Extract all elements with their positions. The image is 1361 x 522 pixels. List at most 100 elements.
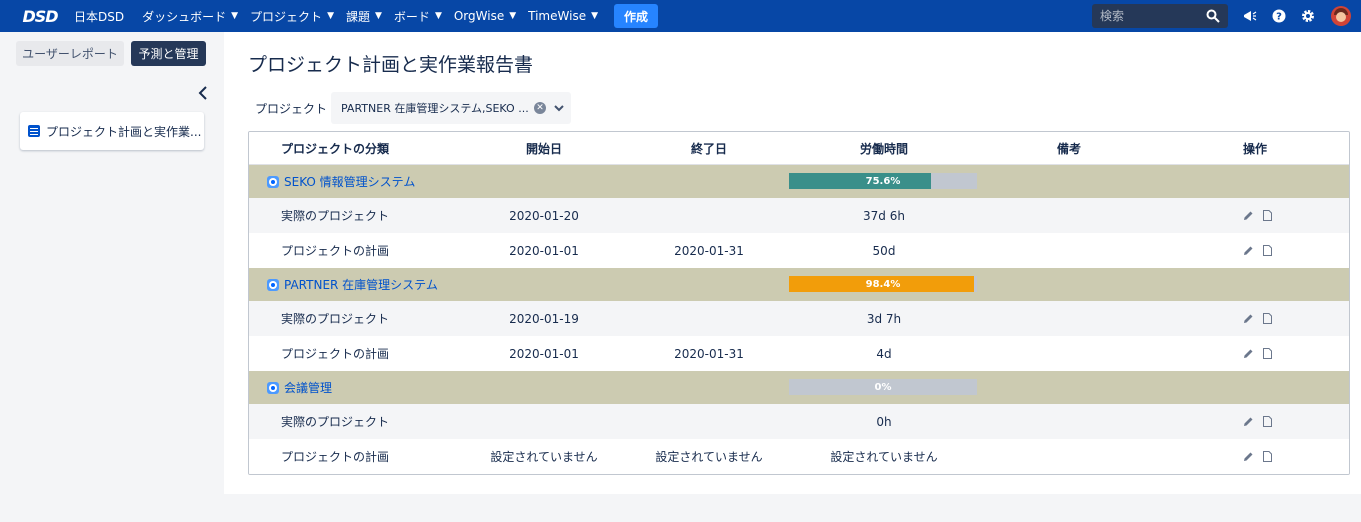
progress-bar: 98.4% (789, 276, 977, 292)
project-link[interactable]: PARTNER 在庫管理システム (249, 268, 449, 301)
nav-timewise-label: TimeWise (528, 9, 587, 23)
project-filter-select[interactable]: PARTNER 在庫管理システム,SEKO ... ✕ (331, 92, 571, 124)
chevron-down-icon[interactable] (553, 101, 565, 115)
nav-issues-menu[interactable]: 課題 ▼ (340, 0, 388, 32)
end-date-cell: 2020-01-31 (674, 346, 744, 361)
dsd-logo[interactable]: DSD (12, 0, 68, 32)
hours-cell: 設定されていません (830, 450, 938, 464)
top-navigation-bar: DSD 日本DSD ダッシュボード ▼ プロジェクト ▼ 課題 ▼ ボード ▼ OrgW… (0, 0, 1361, 32)
progress-bar: 0% (789, 379, 977, 395)
end-date-cell: 2020-01-31 (674, 243, 744, 258)
logo-text: DSD (22, 6, 58, 26)
create-button[interactable]: 作成 (614, 4, 659, 28)
main-content: プロジェクト計画と実作業報告書 プロジェクト PARTNER 在庫管理システム,… (224, 32, 1361, 494)
header-hours: 労働時間 (859, 141, 908, 156)
chevron-down-icon: ▼ (591, 11, 598, 21)
category-cell: 実際のプロジェクト (281, 312, 390, 326)
progress-label: 98.4% (865, 278, 901, 290)
user-avatar[interactable] (1331, 6, 1351, 26)
nav-orgwise-menu[interactable]: OrgWise ▼ (448, 0, 522, 32)
hours-cell: 50d (872, 243, 896, 258)
chevron-down-icon: ▼ (327, 11, 334, 21)
row-actions (1243, 404, 1273, 439)
clear-icon[interactable]: ✕ (534, 102, 546, 114)
table-row: 実際のプロジェクト 2020-01-19 3d 7h (249, 301, 1349, 336)
end-date-cell: 設定されていません (655, 450, 763, 464)
chevron-left-icon[interactable] (196, 85, 210, 101)
category-cell: 実際のプロジェクト (281, 209, 390, 223)
pencil-icon[interactable] (1243, 313, 1254, 324)
sidebar-item-plan-report[interactable]: プロジェクト計画と実作業... (20, 112, 204, 150)
search-input[interactable] (1100, 9, 1200, 23)
progress-bar: 75.6% (789, 173, 977, 189)
row-actions (1243, 233, 1273, 268)
project-group-row: 会議管理 0% (249, 371, 1349, 404)
nav-board-menu[interactable]: ボード ▼ (388, 0, 448, 32)
pencil-icon[interactable] (1243, 210, 1254, 221)
nav-issues-label: 課題 (345, 9, 370, 24)
header-ops: 操作 (1242, 141, 1267, 156)
start-date-cell: 2020-01-19 (509, 311, 579, 326)
project-group-row: SEKO 情報管理システム 75.6% (249, 165, 1349, 198)
project-name: 会議管理 (284, 381, 333, 395)
end-date-cell (619, 301, 799, 336)
header-category: プロジェクトの分類 (281, 141, 390, 156)
pencil-icon[interactable] (1243, 348, 1254, 359)
hours-cell: 3d 7h (866, 311, 902, 326)
nav-orgwise-label: OrgWise (453, 9, 505, 23)
nav-home-link[interactable]: 日本DSD (68, 0, 130, 32)
table-header-row: プロジェクトの分類 開始日 終了日 労働時間 備考 操作 (249, 132, 1349, 165)
start-date-cell: 2020-01-01 (509, 243, 579, 258)
document-icon[interactable] (1262, 416, 1273, 427)
table-row: プロジェクトの計画 2020-01-01 2020-01-31 4d (249, 336, 1349, 371)
start-date-cell: 2020-01-20 (509, 208, 579, 223)
search-box (1092, 4, 1228, 28)
document-icon[interactable] (1262, 348, 1273, 359)
project-link[interactable]: 会議管理 (249, 371, 449, 404)
project-name: SEKO 情報管理システム (284, 175, 416, 189)
megaphone-icon[interactable] (1241, 7, 1259, 25)
page-title: プロジェクト計画と実作業報告書 (248, 54, 534, 76)
project-icon (267, 278, 279, 291)
table-row: 実際のプロジェクト 2020-01-20 37d 6h (249, 198, 1349, 233)
end-date-cell (619, 198, 799, 233)
avatar-face (1336, 12, 1346, 22)
search-icon[interactable] (1206, 9, 1220, 23)
tab-user-report[interactable]: ユーザーレポート (16, 41, 124, 66)
category-cell: プロジェクトの計画 (281, 450, 390, 464)
report-table: プロジェクトの分類 開始日 終了日 労働時間 備考 操作 SEKO 情報管理シス… (248, 131, 1350, 475)
chevron-down-icon: ▼ (375, 11, 382, 21)
sidebar-item-label: プロジェクト計画と実作業... (46, 124, 202, 139)
project-filter-value: PARTNER 在庫管理システム,SEKO ... (341, 102, 529, 115)
project-link[interactable]: SEKO 情報管理システム (249, 165, 449, 198)
start-date-cell (449, 404, 639, 439)
category-cell: 実際のプロジェクト (281, 415, 390, 429)
pencil-icon[interactable] (1243, 451, 1254, 462)
gear-icon[interactable] (1299, 7, 1317, 25)
document-icon[interactable] (1262, 451, 1273, 462)
row-actions (1243, 439, 1273, 474)
document-icon[interactable] (1262, 313, 1273, 324)
document-icon[interactable] (1262, 245, 1273, 256)
hours-cell: 4d (876, 346, 892, 361)
tab-forecast-management[interactable]: 予測と管理 (131, 41, 206, 66)
progress-label: 0% (874, 381, 892, 393)
category-cell: プロジェクトの計画 (281, 347, 390, 361)
table-row: プロジェクトの計画 2020-01-01 2020-01-31 50d (249, 233, 1349, 268)
nav-dashboard-label: ダッシュボード (142, 9, 227, 24)
nav-timewise-menu[interactable]: TimeWise ▼ (522, 0, 604, 32)
document-icon[interactable] (1262, 210, 1273, 221)
header-end-date: 終了日 (690, 141, 727, 156)
help-icon[interactable]: ? (1270, 7, 1288, 25)
nav-dashboard-menu[interactable]: ダッシュボード ▼ (136, 0, 244, 32)
row-actions (1243, 336, 1273, 371)
nav-board-label: ボード (393, 9, 430, 24)
project-filter-label: プロジェクト (255, 102, 328, 116)
hours-cell: 37d 6h (863, 208, 905, 223)
svg-text:?: ? (1276, 12, 1282, 23)
pencil-icon[interactable] (1243, 416, 1254, 427)
row-actions (1243, 301, 1273, 336)
nav-project-menu[interactable]: プロジェクト ▼ (244, 0, 340, 32)
pencil-icon[interactable] (1243, 245, 1254, 256)
project-icon (267, 175, 279, 188)
